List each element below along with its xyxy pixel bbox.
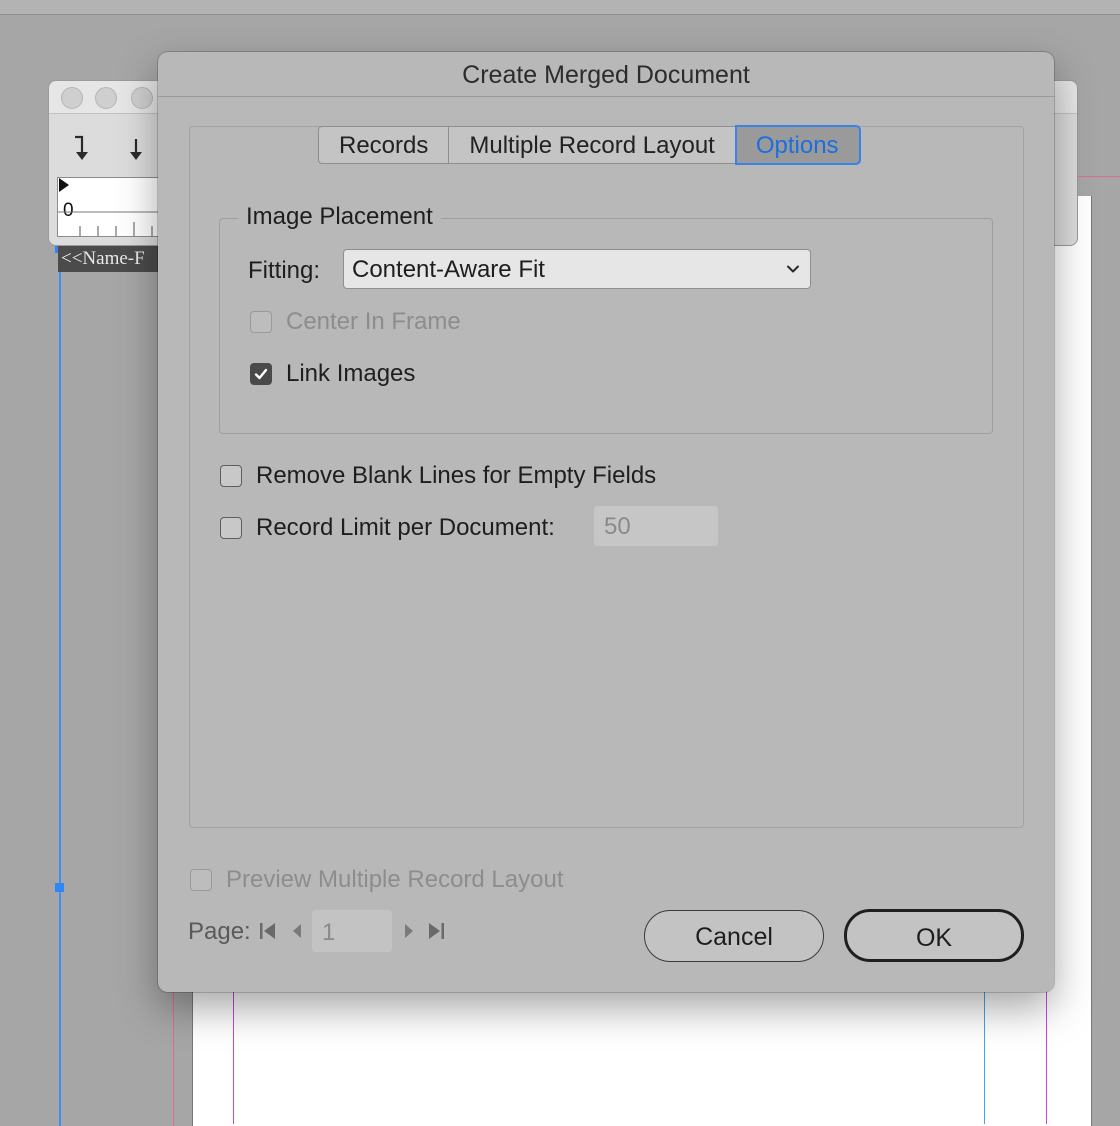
record-limit-checkbox[interactable] <box>220 517 242 539</box>
bleed-guide-top <box>1076 176 1120 177</box>
next-page-icon[interactable] <box>398 920 418 942</box>
chevron-down-icon <box>787 265 799 273</box>
ok-button[interactable]: OK <box>844 909 1024 962</box>
page-label: Page: <box>188 918 251 945</box>
column-guide-right <box>984 990 985 1124</box>
preview-row: Preview Multiple Record Layout <box>190 866 564 894</box>
frame-handle-middle[interactable] <box>55 883 64 892</box>
create-merged-document-dialog: Create Merged Document Records Multiple … <box>158 52 1054 992</box>
zoom-window-button[interactable] <box>131 87 153 109</box>
page-number-field[interactable]: 1 <box>312 910 392 952</box>
app-top-bar <box>0 0 1120 15</box>
first-page-icon[interactable] <box>258 920 278 942</box>
preview-multiple-record-layout-checkbox[interactable] <box>190 869 212 891</box>
remove-blank-lines-row: Remove Blank Lines for Empty Fields <box>220 462 656 490</box>
cancel-button[interactable]: Cancel <box>644 910 824 962</box>
link-images-label: Link Images <box>286 360 416 387</box>
text-frame-selection-edge <box>59 246 61 1126</box>
fitting-select[interactable]: Content-Aware Fit <box>343 249 811 289</box>
tab-multiple-record-layout[interactable]: Multiple Record Layout <box>449 126 736 164</box>
tab-bar: Records Multiple Record Layout Options <box>318 125 861 165</box>
link-images-checkbox[interactable] <box>250 363 272 385</box>
record-limit-row: Record Limit per Document: <box>220 514 555 542</box>
tab-options[interactable]: Options <box>734 125 861 165</box>
preview-label: Preview Multiple Record Layout <box>226 866 564 893</box>
fitting-label: Fitting: <box>248 257 321 284</box>
checkmark-icon <box>254 368 268 380</box>
center-in-frame-row: Center In Frame <box>250 308 461 336</box>
last-page-icon[interactable] <box>426 920 446 942</box>
center-in-frame-checkbox[interactable] <box>250 311 272 333</box>
left-justified-tab-icon[interactable] <box>71 133 93 170</box>
record-limit-field[interactable]: 50 <box>594 506 718 546</box>
fitting-select-value: Content-Aware Fit <box>352 256 545 283</box>
remove-blank-lines-label: Remove Blank Lines for Empty Fields <box>256 462 657 489</box>
margin-guide-right <box>1046 990 1047 1124</box>
merge-field-placeholder[interactable]: <<Name-F <box>58 246 169 272</box>
minimize-window-button[interactable] <box>95 87 117 109</box>
link-images-row: Link Images <box>250 360 415 388</box>
remove-blank-lines-checkbox[interactable] <box>220 465 242 487</box>
dialog-title: Create Merged Document <box>158 52 1054 97</box>
center-justified-tab-icon[interactable] <box>125 133 147 170</box>
image-placement-legend: Image Placement <box>238 203 441 231</box>
previous-page-icon[interactable] <box>288 920 308 942</box>
center-in-frame-label: Center In Frame <box>286 308 461 335</box>
close-window-button[interactable] <box>61 87 83 109</box>
record-limit-label: Record Limit per Document: <box>256 514 555 541</box>
tab-records[interactable]: Records <box>318 126 450 164</box>
column-guide-left <box>233 990 234 1124</box>
